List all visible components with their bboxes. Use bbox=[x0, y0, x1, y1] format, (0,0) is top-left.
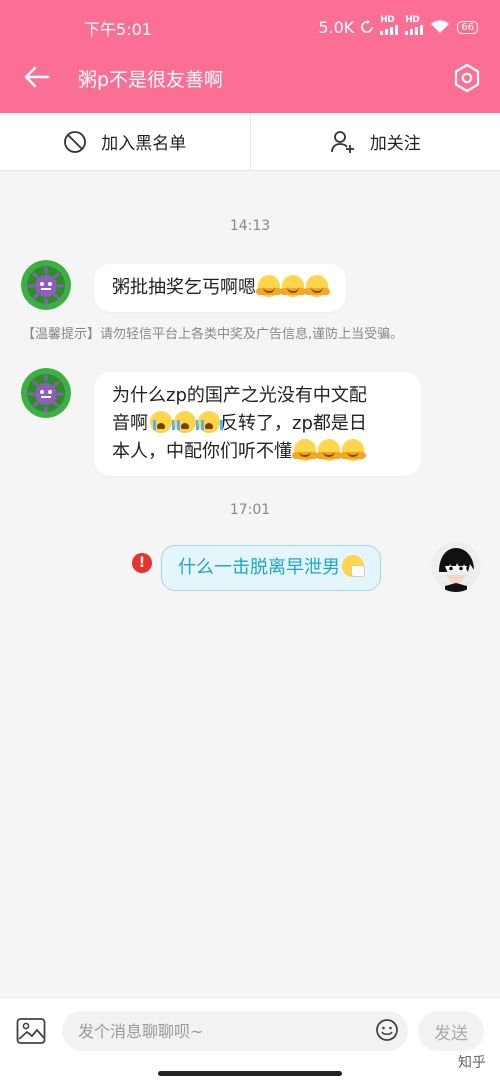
signal-hd-1-label: HD bbox=[380, 15, 395, 25]
block-label: 加入黑名单 bbox=[101, 134, 187, 154]
add-user-icon bbox=[330, 130, 354, 153]
virus-avatar-icon bbox=[21, 368, 71, 418]
message-text: 音啊 bbox=[112, 413, 148, 434]
message-bubble-incoming[interactable]: 为什么zp的国产之光没有中文配 音啊 反转了，zp都是日 本人，中配你们听不懂 bbox=[94, 372, 421, 476]
top-bar: 下午5:01 5.0K HD HD 66 粥p不是很友善啊 bbox=[0, 0, 500, 113]
avatar[interactable] bbox=[21, 260, 71, 310]
message-text: 什么一击脱离早泄男 bbox=[178, 557, 340, 578]
send-failed-icon[interactable]: ! bbox=[132, 553, 152, 573]
signal-hd-2-label: HD bbox=[405, 15, 420, 25]
hugging-face-emoji-icon bbox=[304, 275, 330, 297]
message-input[interactable] bbox=[62, 1011, 408, 1051]
send-button[interactable]: 发送 bbox=[418, 1011, 484, 1051]
action-bar: 加入黑名单 加关注 bbox=[0, 113, 500, 171]
message-bubble-outgoing[interactable]: 什么一击脱离早泄男 bbox=[161, 545, 381, 591]
message-text: 反转了，zp都是日 bbox=[220, 413, 367, 434]
status-time: 下午5:01 bbox=[84, 20, 152, 39]
crying-face-emoji-icon bbox=[174, 411, 199, 433]
follow-label: 加关注 bbox=[369, 134, 421, 154]
timestamp: 17:01 bbox=[229, 502, 271, 518]
arrow-left-icon[interactable] bbox=[22, 62, 52, 92]
sync-icon bbox=[361, 20, 374, 33]
status-bar: 下午5:01 5.0K HD HD 66 bbox=[0, 0, 500, 52]
signal-bars-icon bbox=[380, 25, 399, 35]
message-line: 音啊 反转了，zp都是日 bbox=[112, 410, 403, 438]
my-avatar[interactable] bbox=[431, 542, 481, 592]
timestamp: 14:13 bbox=[229, 218, 271, 234]
signal-bars-icon bbox=[405, 25, 424, 35]
hugging-face-emoji-icon bbox=[256, 275, 282, 297]
home-indicator[interactable] bbox=[158, 1071, 342, 1076]
virus-avatar-icon bbox=[21, 260, 71, 310]
wifi-icon bbox=[431, 20, 450, 33]
page-title: 粥p不是很友善啊 bbox=[78, 69, 224, 91]
follow-button[interactable]: 加关注 bbox=[249, 113, 500, 170]
message-text: 本人，中配你们听不懂 bbox=[112, 441, 292, 462]
message-line: 本人，中配你们听不懂 bbox=[112, 438, 403, 466]
sneezing-face-emoji-icon bbox=[342, 555, 365, 577]
crying-face-emoji-icon bbox=[150, 411, 175, 433]
status-right: 5.0K HD HD 66 bbox=[318, 16, 478, 38]
settings-hexagon-icon[interactable] bbox=[450, 61, 484, 95]
message-line: 为什么zp的国产之光没有中文配 bbox=[112, 385, 367, 406]
masked-character-avatar-icon bbox=[431, 542, 481, 592]
header: 粥p不是很友善啊 bbox=[0, 52, 500, 113]
avatar[interactable] bbox=[21, 368, 71, 418]
network-speed: 5.0K bbox=[318, 17, 355, 37]
zhihu-watermark: 知乎 bbox=[458, 1055, 486, 1071]
image-icon[interactable] bbox=[16, 1017, 46, 1045]
hugging-face-emoji-icon bbox=[292, 439, 318, 461]
hugging-face-emoji-icon bbox=[280, 275, 306, 297]
signal-hd-1: HD bbox=[380, 15, 399, 38]
hugging-face-emoji-icon bbox=[340, 439, 366, 461]
warning-tip: 【温馨提示】请勿轻信平台上各类中奖及广告信息,谨防上当受骗。 bbox=[22, 327, 404, 342]
signal-hd-2: HD bbox=[405, 15, 424, 38]
block-icon bbox=[64, 130, 87, 153]
hugging-face-emoji-icon bbox=[316, 439, 342, 461]
message-bubble-incoming[interactable]: 粥批抽奖乞丐啊嗯 bbox=[94, 264, 346, 312]
message-text: 粥批抽奖乞丐啊嗯 bbox=[112, 277, 256, 298]
emoji-icon[interactable] bbox=[375, 1018, 399, 1042]
block-button[interactable]: 加入黑名单 bbox=[0, 113, 250, 170]
battery-indicator: 66 bbox=[457, 20, 478, 34]
crying-face-emoji-icon bbox=[198, 411, 223, 433]
